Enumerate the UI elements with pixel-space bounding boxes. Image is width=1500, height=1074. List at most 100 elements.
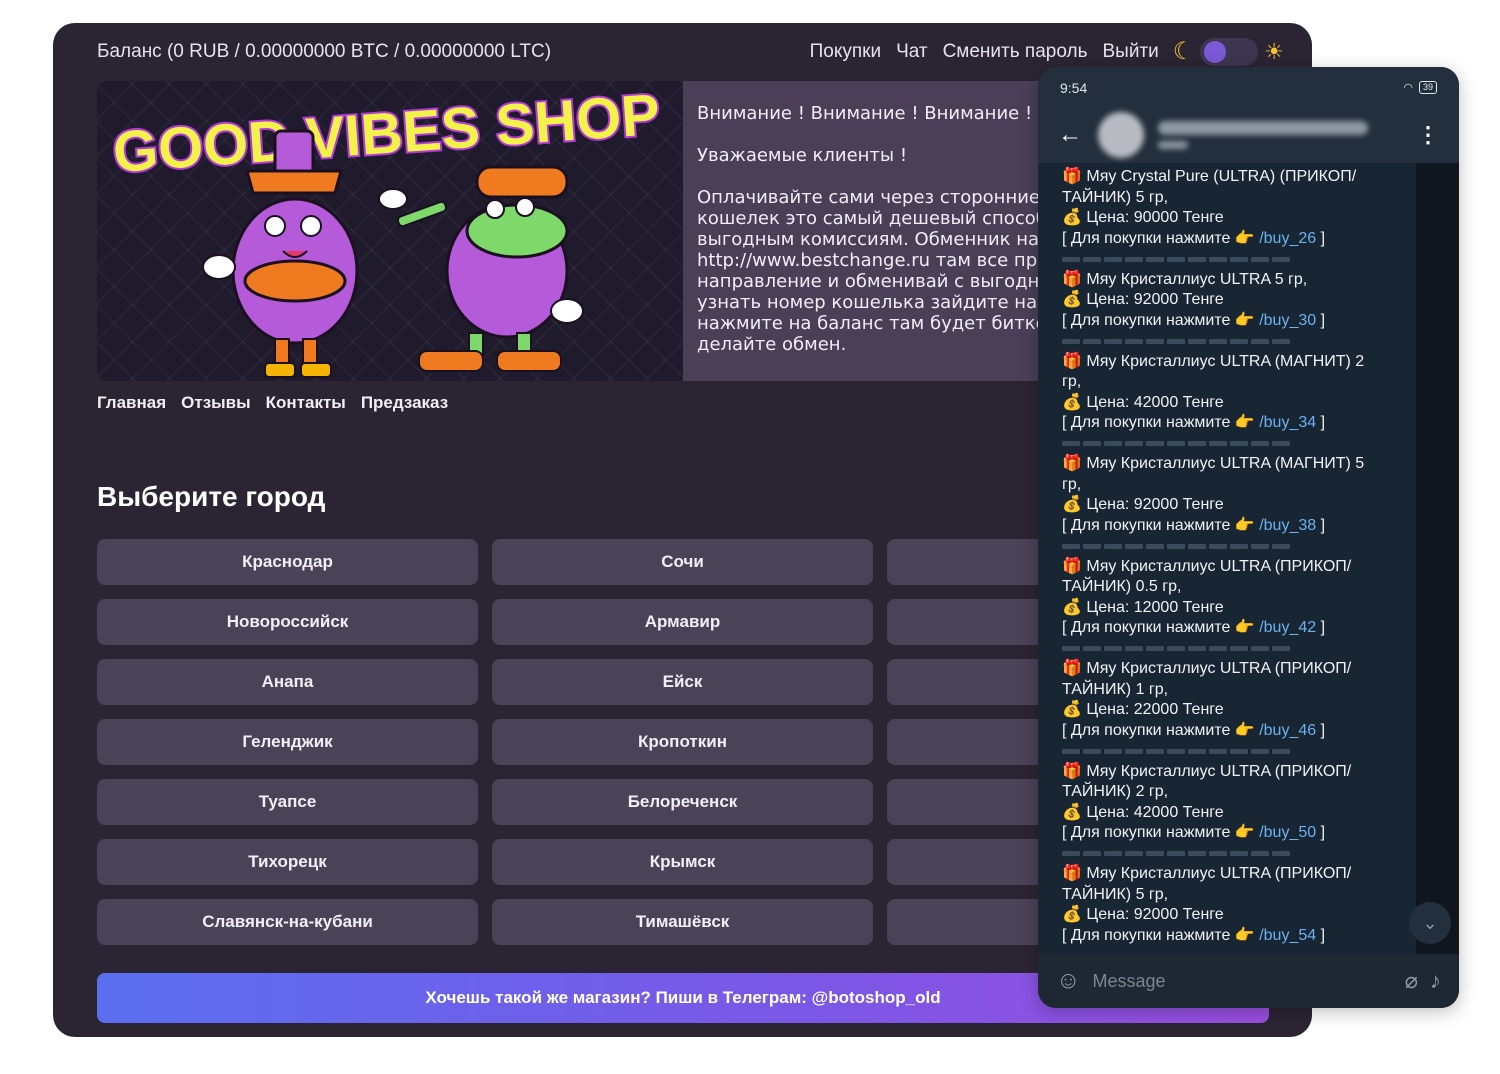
buy-command-link[interactable]: /buy_26 — [1259, 230, 1316, 247]
separator — [1062, 844, 1406, 865]
product-title: 🎁 Мяу Кристаллиус ULTRA 5 гр, — [1062, 270, 1308, 288]
buy-prefix: [ Для покупки нажмите 👉 — [1062, 721, 1260, 739]
nav-logout[interactable]: Выйти — [1102, 41, 1158, 63]
buy-suffix: ] — [1316, 414, 1326, 431]
balance-link[interactable]: Баланс (0 RUB / 0.00000000 BTC / 0.00000… — [97, 41, 810, 63]
city-button[interactable]: Славянск-на-кубани — [97, 899, 478, 945]
product-item: 🎁 Мяу Кристаллиус ULTRA (ПРИКОП/ ТАЙНИК)… — [1062, 659, 1406, 762]
city-button[interactable]: Армавир — [492, 599, 873, 645]
top-bar: Баланс (0 RUB / 0.00000000 BTC / 0.00000… — [97, 37, 1284, 67]
separator — [1062, 331, 1406, 352]
buy-line: [ Для покупки нажмите 👉 /buy_34 ] — [1062, 413, 1406, 434]
city-button[interactable]: Новороссийск — [97, 599, 478, 645]
buy-suffix: ] — [1316, 311, 1326, 329]
city-button[interactable]: Тихорецк — [97, 839, 478, 885]
product-price: 💰 Цена: 12000 Тенге — [1062, 598, 1224, 616]
city-button[interactable]: Геленджик — [97, 719, 478, 765]
theme-switch: ☾ ☀ — [1173, 38, 1284, 66]
buy-command-link[interactable]: /buy_54 — [1259, 927, 1316, 944]
city-button[interactable]: Сочи — [492, 539, 873, 585]
product-title: 🎁 Мяу Кристаллиус ULTRA (ПРИКОП/ — [1062, 762, 1352, 780]
message-bubble: 🎁 Мяу Crystal Pure (ULTRA) (ПРИКОП/ ТАЙН… — [1038, 163, 1416, 954]
message-input[interactable]: Message — [1093, 971, 1393, 992]
product-item: 🎁 Мяу Кристаллиус ULTRA (МАГНИТ) 5 гр, 💰… — [1062, 454, 1406, 557]
separator — [1062, 434, 1406, 455]
product-title-cont: ТАЙНИК) 2 гр, — [1062, 783, 1169, 800]
product-price: 💰 Цена: 22000 Тенге — [1062, 701, 1224, 718]
buy-prefix: [ Для покупки нажмите 👉 — [1062, 824, 1260, 841]
chat-name-blurred[interactable] — [1158, 121, 1417, 149]
buy-line: [ Для покупки нажмите 👉 /buy_50 ] — [1062, 823, 1406, 844]
buy-line: [ Для покупки нажмите 👉 /buy_42 ] — [1062, 618, 1406, 639]
blurred-subtitle — [1158, 141, 1188, 149]
nav-change-password[interactable]: Сменить пароль — [943, 41, 1088, 63]
product-title-cont: гр, — [1062, 475, 1082, 493]
product-title: 🎁 Мяу Кристаллиус ULTRA (ПРИКОП/ — [1062, 660, 1352, 677]
product-price: 💰 Цена: 92000 Тенге — [1062, 496, 1224, 513]
emoji-icon[interactable]: ☺ — [1056, 967, 1081, 995]
nav-purchases[interactable]: Покупки — [810, 41, 881, 63]
buy-command-link[interactable]: /buy_34 — [1259, 414, 1316, 431]
product-title-cont: гр, — [1062, 373, 1082, 390]
sun-icon: ☀ — [1264, 39, 1284, 64]
menu-reviews[interactable]: Отзывы — [181, 393, 251, 413]
top-nav: Покупки Чат Сменить пароль Выйти — [810, 41, 1159, 63]
product-item: 🎁 Мяу Кристаллиус ULTRA (ПРИКОП/ ТАЙНИК)… — [1062, 557, 1406, 660]
product-item: 🎁 Мяу Кристаллиус ULTRA (МАГНИТ) 2 гр, 💰… — [1062, 352, 1406, 455]
product-item: 🎁 Мяу Кристаллиус ULTRA (ПРИКОП/ ТАЙНИК)… — [1062, 864, 1406, 946]
status-icons: ◠ 39 — [1403, 80, 1437, 94]
buy-line: [ Для покупки нажмите 👉 /buy_46 ] — [1062, 721, 1406, 742]
nav-chat[interactable]: Чат — [896, 41, 928, 63]
separator — [1062, 536, 1406, 557]
status-time: 9:54 — [1060, 80, 1088, 96]
city-button[interactable]: Ейск — [492, 659, 873, 705]
buy-line: [ Для покупки нажмите 👉 /buy_54 ] — [1062, 926, 1406, 947]
wifi-icon: ◠ — [1403, 81, 1413, 94]
buy-prefix: [ Для покупки нажмите 👉 — [1062, 414, 1260, 431]
city-button[interactable]: Кропоткин — [492, 719, 873, 765]
city-button[interactable]: Туапсе — [97, 779, 478, 825]
product-item: 🎁 Мяу Crystal Pure (ULTRA) (ПРИКОП/ ТАЙН… — [1062, 167, 1406, 270]
chevron-down-icon[interactable]: ⌄ — [1409, 902, 1451, 944]
buy-command-link[interactable]: /buy_30 — [1259, 312, 1316, 329]
buy-command-link[interactable]: /buy_46 — [1259, 722, 1316, 739]
menu-home[interactable]: Главная — [97, 393, 166, 413]
buy-command-link[interactable]: /buy_38 — [1259, 517, 1316, 534]
buy-command-link[interactable]: /buy_50 — [1259, 824, 1316, 841]
theme-toggle[interactable] — [1200, 38, 1259, 66]
buy-suffix: ] — [1316, 516, 1326, 534]
product-price: 💰 Цена: 90000 Тенге — [1062, 209, 1224, 226]
city-button[interactable]: Тимашёвск — [492, 899, 873, 945]
mic-icon[interactable]: ♪ — [1430, 968, 1441, 994]
battery-icon: 39 — [1418, 80, 1437, 94]
buy-prefix: [ Для покупки нажмите 👉 — [1062, 311, 1260, 329]
buy-command-link[interactable]: /buy_42 — [1259, 619, 1316, 636]
back-arrow-icon[interactable]: ← — [1058, 121, 1098, 149]
attach-icon[interactable]: ⌀ — [1405, 968, 1418, 994]
buy-suffix: ] — [1316, 619, 1326, 636]
city-button[interactable]: Краснодар — [97, 539, 478, 585]
avatar[interactable] — [1098, 112, 1144, 158]
product-title: 🎁 Мяу Кристаллиус ULTRA (ПРИКОП/ — [1062, 557, 1352, 575]
product-title-cont: ТАЙНИК) 5 гр, — [1062, 188, 1169, 206]
city-button[interactable]: Анапа — [97, 659, 478, 705]
menu-preorder[interactable]: Предзаказ — [361, 393, 448, 413]
city-button[interactable]: Крымск — [492, 839, 873, 885]
city-button[interactable]: Белореченск — [492, 779, 873, 825]
menu-contacts[interactable]: Контакты — [266, 393, 346, 413]
shop-banner: GOOD VIBES SHOP — [97, 81, 683, 381]
buy-prefix: [ Для покупки нажмите 👉 — [1062, 229, 1260, 247]
product-title-cont: ТАЙНИК) 1 гр, — [1062, 680, 1169, 698]
product-title: 🎁 Мяу Кристаллиус ULTRA (МАГНИТ) 5 — [1062, 455, 1365, 472]
toggle-knob — [1204, 41, 1227, 63]
buy-prefix: [ Для покупки нажмите 👉 — [1062, 619, 1260, 636]
product-title-cont: ТАЙНИК) 5 гр, — [1062, 885, 1169, 903]
buy-suffix: ] — [1316, 824, 1326, 841]
product-price: 💰 Цена: 92000 Тенге — [1062, 906, 1224, 923]
product-price: 💰 Цена: 92000 Тенге — [1062, 291, 1224, 308]
product-item: 🎁 Мяу Кристаллиус ULTRA 5 гр, 💰 Цена: 92… — [1062, 270, 1406, 352]
status-bar: 9:54 ◠ 39 — [1038, 67, 1459, 107]
right-mascot — [378, 165, 584, 372]
main-menu: Главная Отзывы Контакты Предзаказ — [97, 393, 448, 413]
kebab-menu-icon[interactable]: ⋮ — [1417, 122, 1439, 148]
